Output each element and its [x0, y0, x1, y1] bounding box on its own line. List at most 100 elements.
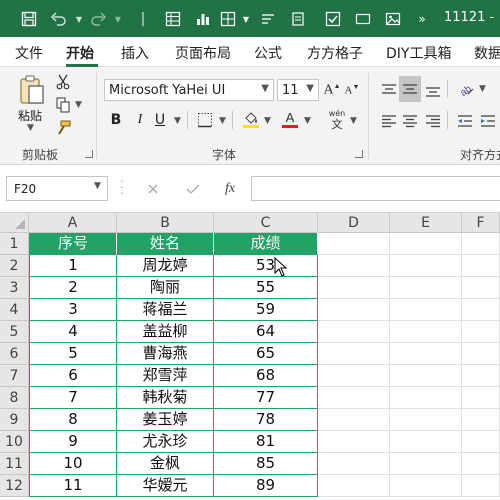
- align-left-icon[interactable]: [378, 110, 400, 132]
- phonetic-dropdown-icon[interactable]: ▼: [350, 116, 357, 126]
- shrink-font-icon[interactable]: A▼: [343, 80, 361, 100]
- checkbox-icon[interactable]: [323, 9, 343, 29]
- table-cell[interactable]: 2: [29, 277, 117, 299]
- name-box-dropdown-icon[interactable]: ▼: [94, 181, 101, 191]
- border-dropdown-icon[interactable]: ▼: [219, 116, 226, 126]
- table-header-cell[interactable]: 序号: [29, 233, 117, 255]
- tab-home[interactable]: 开始: [66, 43, 94, 63]
- cell-e12[interactable]: [390, 475, 462, 497]
- cell-e11[interactable]: [390, 453, 462, 475]
- cell-e1[interactable]: [390, 233, 462, 255]
- bold-button[interactable]: B: [106, 109, 126, 131]
- tab-file[interactable]: 文件: [15, 43, 43, 63]
- cell-f11[interactable]: [462, 453, 500, 475]
- tab-diy-toolbox[interactable]: DIY工具箱: [386, 43, 451, 63]
- row-header-7[interactable]: 7: [0, 365, 29, 387]
- table-cell[interactable]: 5: [29, 343, 117, 365]
- table-cell[interactable]: 8: [29, 409, 117, 431]
- orientation-icon[interactable]: ab: [454, 78, 478, 100]
- table-cell[interactable]: 85: [214, 453, 318, 475]
- cell-d7[interactable]: [318, 365, 390, 387]
- font-color-icon[interactable]: A: [279, 108, 301, 130]
- table-cell[interactable]: 3: [29, 299, 117, 321]
- cell-f7[interactable]: [462, 365, 500, 387]
- table-icon[interactable]: [163, 9, 183, 29]
- row-header-3[interactable]: 3: [0, 277, 29, 299]
- table-cell[interactable]: 11: [29, 475, 117, 497]
- cell-e6[interactable]: [390, 343, 462, 365]
- italic-button[interactable]: I: [130, 109, 150, 131]
- clipboard-launcher-icon[interactable]: [85, 150, 93, 158]
- align-middle-icon[interactable]: [399, 76, 421, 102]
- row-header-2[interactable]: 2: [0, 255, 29, 277]
- copy-dropdown-icon[interactable]: ▼: [75, 100, 82, 110]
- cell-d11[interactable]: [318, 453, 390, 475]
- border-icon[interactable]: [195, 110, 215, 130]
- table-cell[interactable]: 77: [214, 387, 318, 409]
- save-icon[interactable]: [19, 9, 39, 29]
- tab-insert[interactable]: 插入: [121, 43, 149, 63]
- table-cell[interactable]: 59: [214, 299, 318, 321]
- font-size-combo[interactable]: 11 ▼: [277, 79, 319, 101]
- cell-e5[interactable]: [390, 321, 462, 343]
- row-header-12[interactable]: 12: [0, 475, 29, 497]
- table-header-cell[interactable]: 姓名: [117, 233, 214, 255]
- cell-d10[interactable]: [318, 431, 390, 453]
- cell-f5[interactable]: [462, 321, 500, 343]
- rect-icon[interactable]: [353, 9, 373, 29]
- cell-f10[interactable]: [462, 431, 500, 453]
- orientation-dropdown-icon[interactable]: ▼: [479, 84, 486, 94]
- cell-e8[interactable]: [390, 387, 462, 409]
- undo-dropdown-icon[interactable]: ▼: [69, 9, 89, 29]
- font-launcher-icon[interactable]: [355, 150, 363, 158]
- column-header-a[interactable]: A: [29, 213, 117, 233]
- copy-icon[interactable]: [54, 96, 72, 114]
- table-cell[interactable]: 81: [214, 431, 318, 453]
- fill-color-icon[interactable]: [240, 108, 262, 130]
- redo-dropdown-icon[interactable]: ▼: [108, 9, 128, 29]
- table-cell[interactable]: 64: [214, 321, 318, 343]
- cell-f8[interactable]: [462, 387, 500, 409]
- cancel-icon[interactable]: [142, 178, 164, 200]
- underline-button[interactable]: U: [151, 109, 169, 131]
- table-cell[interactable]: 7: [29, 387, 117, 409]
- cell-d1[interactable]: [318, 233, 390, 255]
- tab-fangfang-grid[interactable]: 方方格子: [307, 43, 363, 63]
- format-painter-icon[interactable]: [54, 119, 72, 137]
- cell-e10[interactable]: [390, 431, 462, 453]
- cell-d12[interactable]: [318, 475, 390, 497]
- format-icon[interactable]: [288, 9, 308, 29]
- table-cell[interactable]: 6: [29, 365, 117, 387]
- decrease-indent-icon[interactable]: [454, 110, 476, 132]
- align-bottom-icon[interactable]: [422, 79, 444, 101]
- cell-f12[interactable]: [462, 475, 500, 497]
- underline-dropdown-icon[interactable]: ▼: [174, 116, 181, 126]
- chart-icon[interactable]: [193, 9, 213, 29]
- name-box[interactable]: F20: [6, 176, 108, 201]
- font-name-combo[interactable]: Microsoft YaHei UI ▼: [104, 79, 274, 101]
- cell-d4[interactable]: [318, 299, 390, 321]
- align-right-icon[interactable]: [422, 110, 444, 132]
- table-cell[interactable]: 曹海燕: [117, 343, 214, 365]
- drag-handle-icon[interactable]: · · ·: [120, 176, 126, 199]
- table-cell[interactable]: 10: [29, 453, 117, 475]
- cell-d2[interactable]: [318, 255, 390, 277]
- formula-input[interactable]: [251, 176, 500, 201]
- cell-d6[interactable]: [318, 343, 390, 365]
- cell-d8[interactable]: [318, 387, 390, 409]
- row-header-4[interactable]: 4: [0, 299, 29, 321]
- insert-function-button[interactable]: fx: [219, 178, 241, 200]
- cell-f9[interactable]: [462, 409, 500, 431]
- table-cell[interactable]: 55: [214, 277, 318, 299]
- cell-e2[interactable]: [390, 255, 462, 277]
- column-header-e[interactable]: E: [390, 213, 462, 233]
- table-cell[interactable]: 65: [214, 343, 318, 365]
- select-all-button[interactable]: [0, 213, 29, 233]
- increase-indent-icon[interactable]: [477, 110, 499, 132]
- paste-icon[interactable]: [14, 73, 50, 107]
- table-cell[interactable]: 华嫒元: [117, 475, 214, 497]
- row-header-6[interactable]: 6: [0, 343, 29, 365]
- row-header-5[interactable]: 5: [0, 321, 29, 343]
- grid-dropdown-icon[interactable]: ▼: [236, 9, 256, 29]
- row-header-11[interactable]: 11: [0, 453, 29, 475]
